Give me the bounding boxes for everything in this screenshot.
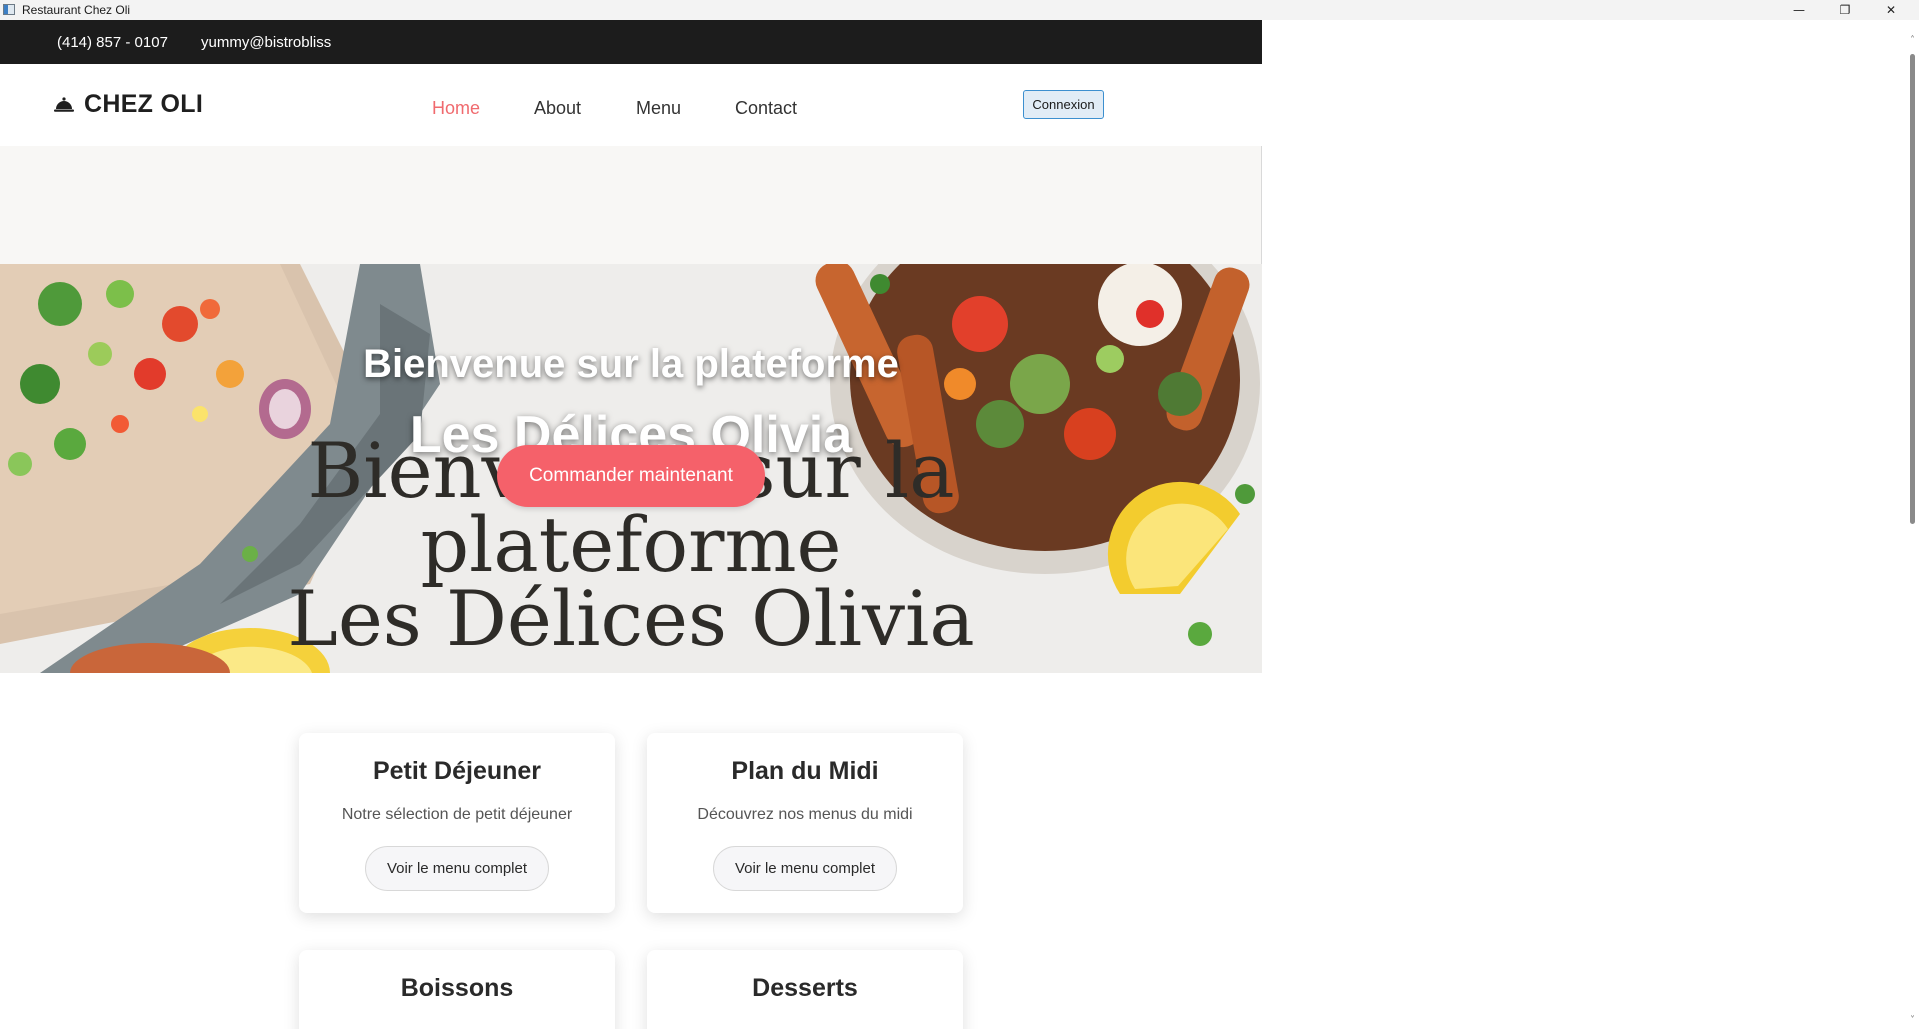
app-window: Restaurant Chez Oli — ❐ ✕ (414) 857 - 01… bbox=[0, 0, 1919, 1029]
menu-card-drinks: Boissons bbox=[299, 950, 615, 1029]
view-menu-button[interactable]: Voir le menu complet bbox=[713, 846, 897, 891]
card-title: Petit Déjeuner bbox=[372, 757, 542, 785]
site-header: CHEZ OLI Home About Menu Contact Connexi… bbox=[0, 64, 1262, 146]
page-content: (414) 857 - 0107 yummy@bistrobliss CHEZ … bbox=[0, 20, 1262, 1029]
window-titlebar: Restaurant Chez Oli — ❐ ✕ bbox=[0, 0, 1919, 20]
nav-about[interactable]: About bbox=[534, 98, 581, 119]
hero-banner: Bienvenue sur la plateforme Les Délices … bbox=[0, 264, 1262, 673]
menu-card-desserts: Desserts bbox=[647, 950, 963, 1029]
login-button[interactable]: Connexion bbox=[1023, 90, 1104, 119]
app-icon bbox=[3, 4, 15, 15]
brand-name: CHEZ OLI bbox=[84, 90, 204, 118]
hero-title-large-line: Les Délices Olivia bbox=[287, 574, 975, 663]
vertical-scrollbar[interactable]: ˄ ˅ bbox=[1906, 20, 1919, 1029]
scroll-down-arrow-icon[interactable]: ˅ bbox=[1906, 1014, 1919, 1026]
card-description: Notre sélection de petit déjeuner bbox=[341, 806, 573, 823]
top-info-bar: (414) 857 - 0107 yummy@bistrobliss bbox=[0, 20, 1262, 64]
card-title: Boissons bbox=[400, 974, 514, 1002]
nav-contact[interactable]: Contact bbox=[735, 98, 797, 119]
cloche-icon-svg bbox=[54, 96, 74, 112]
maximize-button[interactable]: ❐ bbox=[1822, 0, 1868, 20]
scrollbar-thumb[interactable] bbox=[1910, 54, 1915, 524]
card-title: Plan du Midi bbox=[731, 757, 879, 785]
close-button[interactable]: ✕ bbox=[1868, 0, 1914, 20]
window-title: Restaurant Chez Oli bbox=[22, 3, 131, 17]
page-viewport: (414) 857 - 0107 yummy@bistrobliss CHEZ … bbox=[0, 20, 1906, 1029]
cloche-icon bbox=[52, 94, 76, 116]
email-address: yummy@bistrobliss bbox=[201, 34, 332, 51]
menu-card-breakfast: Petit Déjeuner Notre sélection de petit … bbox=[299, 733, 615, 913]
card-title: Desserts bbox=[752, 974, 858, 1002]
card-description: Découvrez nos menus du midi bbox=[697, 806, 913, 823]
minimize-button[interactable]: — bbox=[1776, 0, 1822, 20]
brand-logo[interactable]: CHEZ OLI bbox=[52, 90, 203, 119]
nav-home[interactable]: Home bbox=[432, 98, 480, 119]
menu-card-lunch: Plan du Midi Découvrez nos menus du midi… bbox=[647, 733, 963, 913]
nav-menu[interactable]: Menu bbox=[636, 98, 681, 119]
hero-title-large-line: plateforme bbox=[420, 500, 842, 589]
scroll-up-arrow-icon[interactable]: ˄ bbox=[1906, 34, 1919, 46]
phone-number: (414) 857 - 0107 bbox=[57, 34, 168, 51]
view-menu-button[interactable]: Voir le menu complet bbox=[365, 846, 549, 891]
order-now-button[interactable]: Commander maintenant bbox=[497, 445, 765, 507]
header-spacer bbox=[0, 146, 1262, 264]
hero-welcome-text: Bienvenue sur la plateforme bbox=[363, 342, 899, 386]
